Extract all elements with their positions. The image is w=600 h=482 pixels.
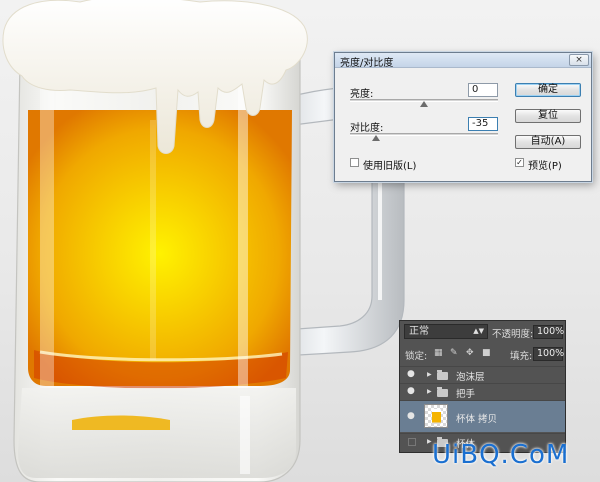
site-watermark: UiBQ.CoM — [432, 440, 570, 470]
visibility-toggle-off[interactable] — [408, 438, 416, 446]
move-icon[interactable]: ✥ — [466, 348, 474, 358]
base-beer-reflection — [72, 415, 170, 430]
brightness-label: 亮度: — [350, 89, 374, 100]
preview-label: 预览(P) — [528, 161, 562, 172]
eye-icon[interactable]: ● — [407, 369, 415, 379]
close-icon: × — [575, 55, 583, 65]
blend-mode-select[interactable]: 正常 ▲▼ — [404, 324, 488, 339]
layer-name: 杯体 拷贝 — [456, 414, 498, 425]
ok-button[interactable]: 确定 — [515, 83, 581, 97]
opacity-input[interactable]: 100% — [533, 325, 564, 339]
brightness-contrast-dialog: 亮度/对比度 × 亮度: 0 对比度: -35 使用旧版(L) 确定 复位 自动… — [334, 52, 592, 182]
mug-base — [18, 388, 296, 478]
expand-triangle-icon[interactable]: ▶ — [427, 388, 432, 395]
contrast-slider-thumb[interactable] — [371, 135, 380, 141]
expand-triangle-icon[interactable]: ▶ — [427, 438, 432, 445]
dialog-titlebar[interactable]: 亮度/对比度 × — [335, 53, 591, 69]
brightness-input[interactable]: 0 — [468, 83, 498, 97]
use-legacy-checkbox[interactable] — [350, 158, 359, 167]
lock-icon[interactable]: ■ — [482, 348, 491, 358]
eye-icon[interactable]: ● — [407, 411, 415, 421]
layers-panel: 正常 ▲▼ 不透明度: 100% 锁定: ▦ ✎ ✥ ■ 填充: 100% ● … — [399, 320, 566, 453]
layers-panel-toolbar: 正常 ▲▼ 不透明度: 100% — [400, 321, 565, 343]
fill-label: 填充: — [510, 351, 533, 362]
folder-icon — [437, 387, 448, 397]
base-shine — [240, 396, 250, 474]
layer-row-handle[interactable]: ● ▶ 把手 — [400, 383, 565, 400]
blend-mode-value: 正常 — [409, 326, 429, 337]
contrast-label: 对比度: — [350, 123, 384, 134]
glass-shine-center — [150, 120, 156, 360]
eye-icon[interactable]: ● — [407, 386, 415, 396]
brush-icon[interactable]: ✎ — [450, 348, 458, 358]
folder-icon — [437, 370, 448, 380]
preview-checkbox[interactable]: ✓ — [515, 158, 524, 167]
dialog-title: 亮度/对比度 — [340, 58, 394, 69]
opacity-label: 不透明度: — [492, 329, 534, 340]
reset-button[interactable]: 复位 — [515, 109, 581, 123]
use-legacy-label: 使用旧版(L) — [363, 161, 417, 172]
fill-input[interactable]: 100% — [533, 347, 564, 361]
layer-name: 泡沫层 — [456, 372, 485, 383]
checker-icon[interactable]: ▦ — [434, 348, 443, 358]
layer-name: 把手 — [456, 389, 476, 400]
auto-button[interactable]: 自动(A) — [515, 135, 581, 149]
layer-thumbnail — [424, 404, 448, 428]
close-button[interactable]: × — [569, 54, 589, 66]
layer-row-foam[interactable]: ● ▶ 泡沫层 — [400, 366, 565, 383]
layer-row-body-copy[interactable]: ● 杯体 拷贝 — [400, 400, 565, 432]
contrast-input[interactable]: -35 — [468, 117, 498, 131]
brightness-slider-thumb[interactable] — [420, 101, 428, 107]
lock-label: 锁定: — [405, 351, 428, 362]
expand-triangle-icon[interactable]: ▶ — [427, 371, 432, 378]
blend-arrow-icon: ▲▼ — [473, 327, 484, 335]
